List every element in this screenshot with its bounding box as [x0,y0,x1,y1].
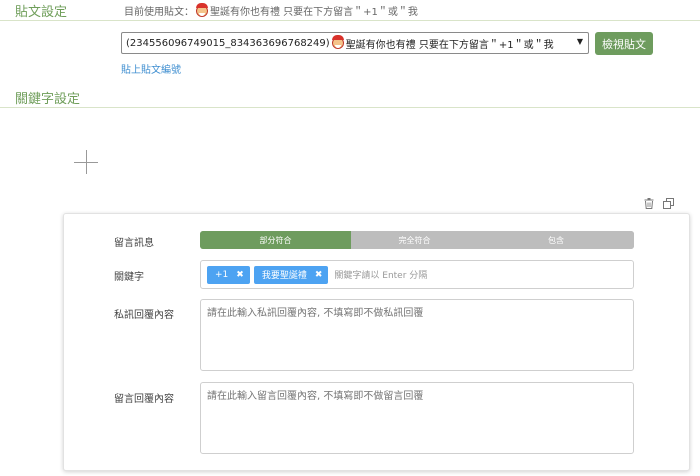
match-mode-segmented-control: 部分符合 完全符合 包含 [200,231,634,249]
keyword-tag-text: 我要聖誕禮 [261,271,307,281]
match-option-contains[interactable]: 包含 [478,231,634,249]
post-settings-title: 貼文設定 [15,5,68,20]
copy-icon[interactable] [663,198,674,209]
santa-emoji-icon [196,2,208,17]
current-post-text: 聖誕有你也有禮 只要在下方留言＂+1＂或＂我 [210,7,418,18]
keyword-tag: 我要聖誕禮 ✖ [253,265,329,284]
section-divider [0,107,700,108]
paste-post-id-link[interactable]: 貼上貼文編號 [121,61,181,76]
remove-tag-icon[interactable]: ✖ [236,270,244,280]
keyword-label: 關鍵字 [114,272,144,283]
comment-reply-textarea[interactable] [200,382,634,454]
keyword-rule-card: 留言訊息 部分符合 完全符合 包含 關鍵字 +1 ✖ 我要聖誕禮 ✖ 關鍵字請以… [63,213,690,471]
post-select-id: (234556096749015_834363696768249) [126,37,330,49]
keyword-tag: +1 ✖ [207,265,250,284]
keyword-settings-title: 關鍵字設定 [15,92,81,107]
comment-message-label: 留言訊息 [114,238,154,249]
post-select[interactable]: (234556096749015_834363696768249) 聖誕有你也有… [121,32,589,54]
private-reply-textarea[interactable] [200,299,634,371]
match-option-partial[interactable]: 部分符合 [200,231,351,249]
view-post-button[interactable]: 檢視貼文 [595,32,653,55]
post-select-text: 聖誕有你也有禮 只要在下方留言＂+1＂或＂我 [345,39,554,51]
crosshair-vertical [86,150,87,174]
dropdown-arrow-icon: ▼ [576,37,583,46]
section-divider [0,20,700,21]
private-reply-label: 私訊回覆內容 [114,310,174,321]
keyword-input-placeholder[interactable]: 關鍵字請以 Enter 分隔 [334,268,427,281]
current-post-info: 目前使用貼文： 聖誕有你也有禮 只要在下方留言＂+1＂或＂我 [124,2,418,18]
keyword-tag-text: +1 [215,269,229,280]
current-post-label: 目前使用貼文： [124,7,194,18]
match-option-exact[interactable]: 完全符合 [351,231,478,249]
comment-reply-label: 留言回覆內容 [114,394,174,405]
remove-tag-icon[interactable]: ✖ [315,270,323,280]
santa-emoji-icon [331,35,344,49]
trash-icon[interactable] [644,198,654,209]
keyword-tags-input[interactable]: +1 ✖ 我要聖誕禮 ✖ 關鍵字請以 Enter 分隔 [200,260,634,289]
